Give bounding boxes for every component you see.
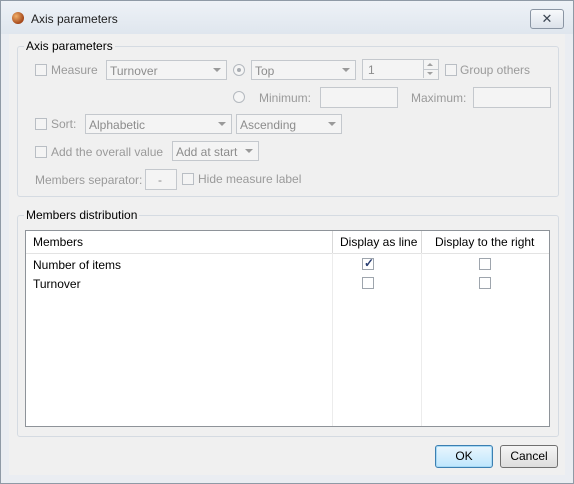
minimum-label: Minimum:: [259, 91, 312, 105]
sort-select-value: Alphabetic: [89, 118, 146, 132]
overall-position-select[interactable]: Add at start: [172, 141, 259, 161]
group-others-label: Group others: [460, 63, 531, 77]
members-separator-value: -: [158, 173, 162, 187]
members-distribution-title: Members distribution: [24, 208, 140, 222]
column-header-display-to-right[interactable]: Display to the right: [435, 235, 534, 249]
top-select[interactable]: Top: [251, 60, 356, 80]
members-table: Members Display as line Display to the r…: [25, 230, 550, 427]
overall-value-checkbox[interactable]: [35, 146, 47, 158]
chevron-down-icon: [213, 68, 221, 72]
dialog-window: Axis parameters ✕ Axis parameters Measur…: [0, 0, 574, 484]
members-separator-field[interactable]: -: [145, 169, 177, 190]
display-to-right-checkbox[interactable]: [479, 277, 491, 289]
display-as-line-checkbox[interactable]: [362, 277, 374, 289]
display-to-right-checkbox[interactable]: [479, 258, 491, 270]
column-divider: [421, 231, 422, 253]
measure-checkbox[interactable]: [35, 64, 47, 76]
spin-down-icon[interactable]: [423, 69, 438, 78]
column-guide: [421, 253, 422, 426]
chevron-down-icon: [328, 122, 336, 126]
group-others-checkbox[interactable]: [445, 64, 457, 76]
close-icon: ✕: [541, 11, 553, 26]
minmax-radio[interactable]: [233, 91, 245, 103]
table-header: Members Display as line Display to the r…: [26, 231, 549, 254]
chevron-down-icon: [342, 68, 350, 72]
display-as-line-checkbox[interactable]: ✓: [362, 256, 375, 270]
measure-select[interactable]: Turnover: [106, 60, 227, 80]
column-guide: [332, 253, 333, 426]
member-name: Turnover: [33, 277, 81, 291]
close-button[interactable]: ✕: [530, 9, 564, 29]
minimum-field[interactable]: [320, 87, 398, 108]
column-divider: [332, 231, 333, 253]
checkmark-icon: ✓: [364, 256, 375, 270]
member-name: Number of items: [33, 258, 122, 272]
chevron-down-icon: [218, 122, 226, 126]
overall-position-value: Add at start: [176, 145, 238, 159]
app-icon: [12, 12, 24, 24]
axis-parameters-title: Axis parameters: [24, 39, 115, 53]
title-bar: Axis parameters ✕: [1, 1, 573, 34]
maximum-field[interactable]: [473, 87, 551, 108]
sort-label: Sort:: [51, 117, 77, 131]
count-spinner-value: 1: [368, 63, 375, 77]
overall-value-label: Add the overall value: [51, 145, 164, 159]
top-select-value: Top: [255, 64, 275, 78]
measure-label: Measure: [51, 63, 98, 77]
column-header-members[interactable]: Members: [33, 235, 83, 249]
chevron-down-icon: [245, 149, 253, 153]
order-select-value: Ascending: [240, 118, 297, 132]
measure-select-value: Turnover: [110, 64, 158, 78]
maximum-label: Maximum:: [411, 91, 467, 105]
ok-button[interactable]: OK: [435, 445, 493, 468]
count-spinner[interactable]: 1: [362, 59, 439, 80]
sort-select[interactable]: Alphabetic: [85, 114, 232, 134]
sort-checkbox[interactable]: [35, 118, 47, 130]
hide-measure-label-text: Hide measure label: [198, 172, 302, 186]
members-separator-label: Members separator:: [35, 173, 143, 187]
order-select[interactable]: Ascending: [236, 114, 342, 134]
hide-measure-label-checkbox[interactable]: [182, 173, 194, 185]
top-radio[interactable]: [233, 64, 245, 76]
cancel-button[interactable]: Cancel: [500, 445, 558, 468]
window-title: Axis parameters: [31, 12, 118, 26]
column-header-display-as-line[interactable]: Display as line: [340, 235, 417, 249]
